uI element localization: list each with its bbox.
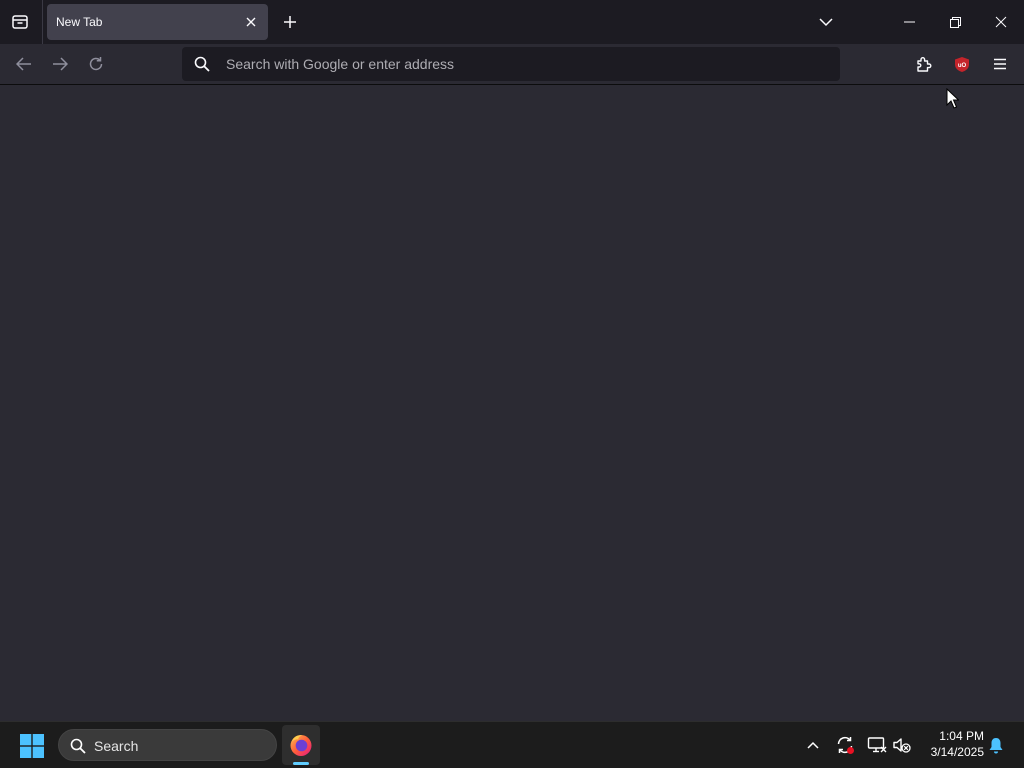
tab-title: New Tab: [56, 15, 103, 29]
open-menu-button[interactable]: [984, 48, 1016, 80]
sync-error-icon: [837, 736, 854, 754]
navigation-toolbar: uO: [0, 44, 1024, 85]
clock-date: 3/14/2025: [930, 745, 984, 759]
forward-button[interactable]: [44, 48, 76, 80]
minimize-button[interactable]: [886, 0, 932, 44]
volume-muted-icon: [893, 738, 911, 753]
network-icon-button[interactable]: [864, 732, 890, 758]
page-content: [0, 85, 1024, 721]
hamburger-menu-icon: [994, 58, 1006, 70]
back-button[interactable]: [8, 48, 40, 80]
taskbar-app-firefox[interactable]: [282, 725, 320, 765]
restore-button[interactable]: [932, 0, 978, 44]
new-tab-button[interactable]: [274, 6, 306, 38]
taskbar-search-box[interactable]: Search: [58, 729, 277, 761]
windows-logo-icon: [20, 734, 44, 758]
mouse-cursor-icon: [946, 88, 959, 109]
search-icon: [194, 56, 210, 72]
notifications-button[interactable]: [985, 734, 1007, 756]
reload-icon: [89, 57, 103, 71]
plus-icon: [284, 16, 296, 28]
firefox-icon: [290, 735, 312, 756]
tab-new-tab[interactable]: New Tab: [47, 4, 268, 40]
close-window-button[interactable]: [978, 0, 1024, 44]
tab-separator: [42, 0, 43, 44]
start-button[interactable]: [14, 728, 50, 764]
extensions-button[interactable]: [908, 48, 940, 80]
sync-status-icon-button[interactable]: [832, 732, 858, 758]
address-bar[interactable]: [182, 47, 840, 81]
network-disconnected-icon: [867, 737, 887, 753]
volume-icon-button[interactable]: [889, 732, 915, 758]
ublock-origin-button[interactable]: uO: [946, 48, 978, 80]
firefox-view-button[interactable]: [4, 6, 36, 38]
running-app-indicator: [293, 762, 309, 765]
minimize-icon: [903, 21, 915, 23]
tab-close-button[interactable]: [242, 13, 260, 31]
svg-text:uO: uO: [958, 63, 967, 69]
search-icon: [70, 738, 86, 754]
chevron-down-icon: [819, 17, 833, 26]
taskbar-clock[interactable]: 1:04 PM 3/14/2025: [918, 728, 984, 760]
reload-button[interactable]: [80, 48, 112, 80]
puzzle-icon: [916, 56, 931, 72]
taskbar-search-label: Search: [94, 738, 139, 754]
close-icon: [246, 17, 256, 27]
arrow-left-icon: [16, 57, 31, 71]
close-icon: [995, 16, 1007, 28]
tab-strip: New Tab: [0, 0, 1024, 44]
taskbar: Search 1:04 PM 3/14/2025: [0, 721, 1024, 768]
show-hidden-icons-button[interactable]: [800, 732, 826, 758]
firefox-view-icon: [12, 15, 28, 29]
ublock-origin-icon: uO: [955, 56, 969, 72]
bell-icon: [989, 737, 1003, 753]
restore-icon: [949, 16, 961, 28]
list-all-tabs-button[interactable]: [810, 6, 842, 38]
clock-time: 1:04 PM: [939, 729, 984, 743]
arrow-right-icon: [53, 57, 68, 71]
address-input[interactable]: [226, 47, 826, 81]
chevron-up-icon: [807, 741, 819, 749]
